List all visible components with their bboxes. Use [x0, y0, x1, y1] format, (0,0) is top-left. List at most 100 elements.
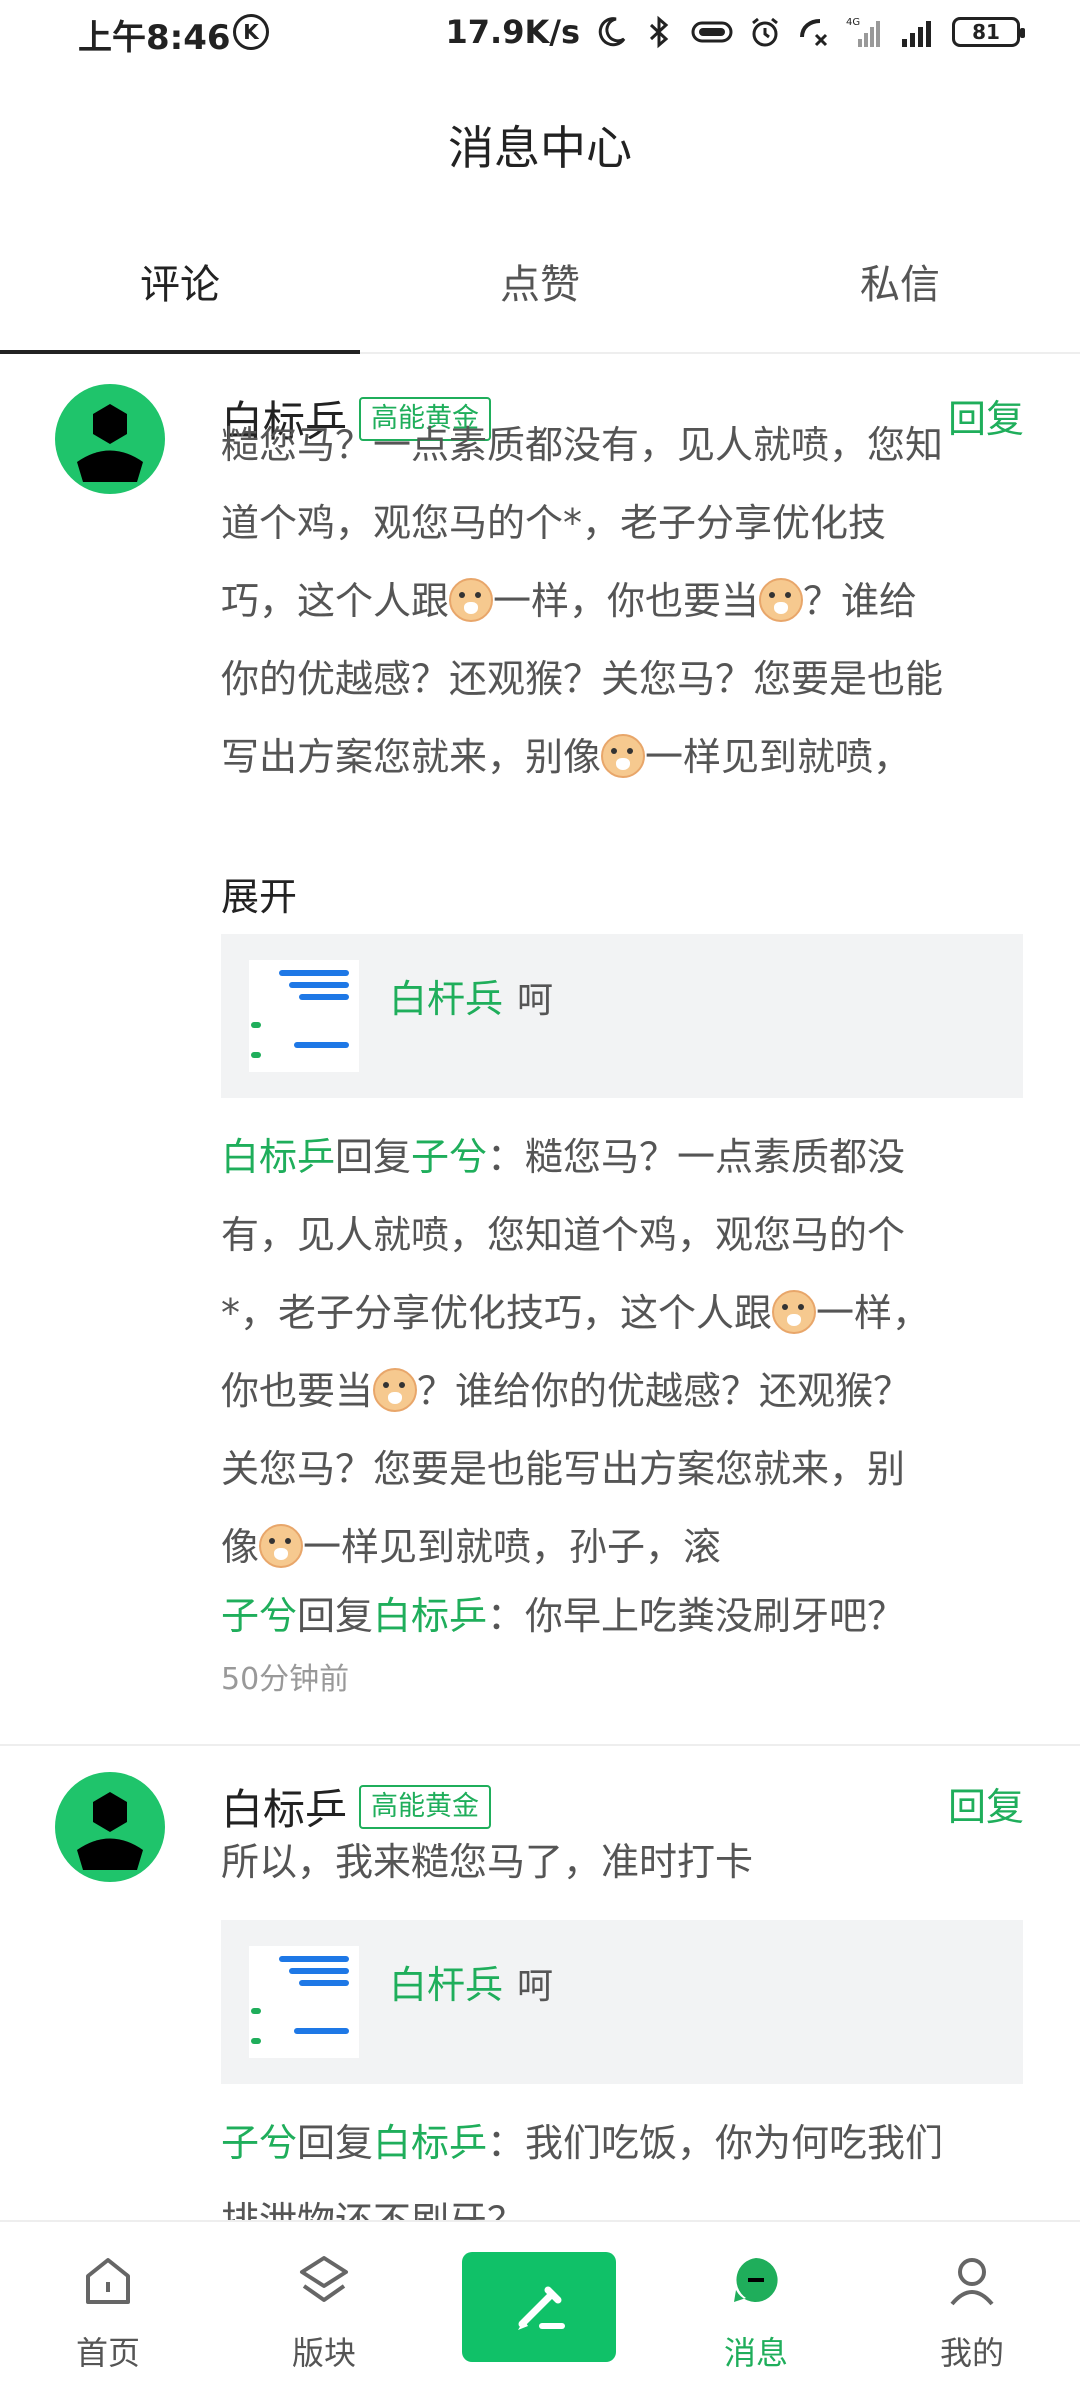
call-icon	[800, 19, 828, 47]
layers-icon	[300, 2256, 348, 2302]
nav-label: 首页	[75, 2334, 140, 2372]
avatar[interactable]	[55, 384, 165, 494]
tab-label: 私信	[860, 262, 940, 308]
tab-label: 评论	[140, 262, 220, 308]
nav-item-home[interactable]: 首页	[0, 2222, 216, 2402]
dog-emoji-icon	[373, 1368, 418, 1412]
reply-line: 子兮回复白标乒：我们吃饭，你为何吃我们	[221, 2104, 1031, 2182]
reply-verb: 回复	[297, 2121, 374, 2165]
page-title: 消息中心	[448, 121, 632, 175]
reply-line: 白标乒回复子兮：糙您马？一点素质都没	[221, 1118, 1031, 1196]
bottom-nav: 首页 版块 消息 我的	[0, 2220, 1080, 2402]
reply-button[interactable]: 回复	[948, 1776, 1024, 1831]
reply-line: 子兮回复白标乒：你早上吃粪没刷牙吧？	[221, 1586, 1031, 1646]
reply-thread[interactable]: 子兮回复白标乒：我们吃饭，你为何吃我们 排泄物还不刷牙？	[221, 2104, 1031, 2220]
tab-private-messages[interactable]: 私信	[720, 240, 1080, 352]
pen-icon	[518, 2286, 565, 2330]
dog-emoji-icon	[759, 578, 804, 622]
alarm-icon	[752, 17, 778, 47]
reply-line: 排泄物还不刷牙？	[221, 2182, 1031, 2220]
reply-from[interactable]: 白标乒	[221, 1135, 335, 1179]
quoted-post-thumbnail	[249, 1946, 359, 2058]
nav-label: 消息	[723, 2334, 788, 2372]
avatar[interactable]	[55, 1772, 165, 1882]
new-post-button[interactable]	[462, 2252, 616, 2362]
svg-text:4G: 4G	[846, 17, 860, 28]
content-line: 道个鸡，观您马的个*，老子分享优化技	[221, 501, 887, 545]
status-time: 上午8:46	[78, 18, 231, 58]
text-segment: 写出方案您就来，别像	[221, 735, 602, 779]
reply-line: 像一样见到就喷，孙子，滚	[221, 1508, 1031, 1586]
text-segment: 一样见到就喷，	[645, 735, 912, 779]
quoted-author-name: 白杆兵	[389, 1963, 504, 2007]
quoted-post-card[interactable]: 白杆兵呵	[221, 1920, 1023, 2084]
content-line: 你的优越感？还观猴？关您马？您要是也能	[221, 657, 944, 701]
comment-item: 白标乒 高能黄金 回复 糙您马？一点素质都没有，见人就喷，您知 道个鸡，观您马的…	[0, 354, 1080, 1744]
dog-emoji-icon	[772, 1290, 817, 1334]
reply-from[interactable]: 子兮	[221, 2121, 297, 2165]
reply-line: 有，见人就喷，您知道个鸡，观您马的个	[221, 1213, 906, 1257]
home-icon	[86, 2258, 130, 2304]
text-segment: ：糙您马？一点素质都没	[487, 1135, 906, 1179]
quoted-post-thumbnail	[249, 960, 359, 1072]
status-icons: 17.9K/s 4G 81	[445, 10, 1025, 54]
k-app-icon: K	[233, 14, 269, 50]
text-segment: ：你早上吃粪没刷牙吧？	[487, 1594, 906, 1638]
text-segment: 巧，这个人跟	[221, 579, 450, 623]
comment-content[interactable]: 所以，我来糙您马了，准时打卡	[221, 1832, 1031, 1892]
nav-item-sections[interactable]: 版块	[216, 2222, 432, 2402]
level-badge: 高能黄金	[359, 1784, 492, 1829]
nav-item-messages[interactable]: 消息	[648, 2222, 864, 2402]
signal-icon: 4G	[846, 17, 880, 47]
user-avatar-icon	[77, 404, 143, 482]
comment-item: 白标乒 高能黄金 回复 所以，我来糙您马了，准时打卡 白杆兵呵 子兮回复白标乒：…	[0, 1746, 1080, 2220]
expand-link[interactable]: 展开	[221, 866, 297, 921]
reply-line: 你也要当 ？谁给你的优越感？还观猴？	[221, 1352, 1031, 1430]
reply-to[interactable]: 白标乒	[373, 2121, 487, 2165]
quoted-post-card[interactable]: 白杆兵呵	[221, 934, 1023, 1098]
content-line: 写出方案您就来，别像 一样见到就喷，	[221, 718, 1031, 796]
username[interactable]: 白标乒	[221, 1776, 347, 1837]
text-segment: 一样，	[816, 1291, 931, 1335]
nav-item-me[interactable]: 我的	[864, 2222, 1080, 2402]
status-bar: 上午8:46 K 17.9K/s 4G 81	[0, 0, 1080, 70]
reply-to[interactable]: 子兮	[411, 1135, 487, 1179]
quoted-author-name: 白杆兵	[389, 977, 504, 1021]
text-segment: ：我们吃饭，你为何吃我们	[487, 2121, 944, 2165]
text-segment: ？谁给你的优越感？还观猴？	[417, 1369, 912, 1413]
dog-emoji-icon	[601, 734, 646, 778]
tab-comments[interactable]: 评论	[0, 240, 360, 352]
reply-from[interactable]: 子兮	[221, 1594, 297, 1638]
profile-icon	[950, 2258, 994, 2306]
reply-line: 关您马？您要是也能写出方案您就来，别	[221, 1447, 906, 1491]
comment-content[interactable]: 糙您马？一点素质都没有，见人就喷，您知 道个鸡，观您马的个*，老子分享优化技 巧…	[221, 406, 1031, 796]
text-segment: 像	[221, 1525, 260, 1569]
comment-feed[interactable]: 白标乒 高能黄金 回复 糙您马？一点素质都没有，见人就喷，您知 道个鸡，观您马的…	[0, 354, 1080, 2220]
moon-icon	[598, 17, 626, 47]
reply-to[interactable]: 白标乒	[373, 1594, 487, 1638]
message-icon	[734, 2258, 778, 2302]
user-avatar-icon	[77, 1792, 143, 1870]
bluetooth-icon	[649, 15, 669, 49]
tab-bar: 评论 点赞 私信	[0, 240, 1080, 354]
reply-thread[interactable]: 白标乒回复子兮：糙您马？一点素质都没 有，见人就喷，您知道个鸡，观您马的个 *，…	[221, 1118, 1031, 1646]
vibrate-icon	[691, 21, 733, 43]
quoted-text: 呵	[517, 1966, 554, 2007]
text-segment: 你也要当	[221, 1369, 374, 1413]
quoted-author: 白杆兵呵	[389, 968, 553, 1023]
text-segment: 一样见到就喷，孙子，滚	[303, 1525, 722, 1569]
reply-verb: 回复	[297, 1594, 374, 1638]
nav-label: 版块	[291, 2334, 356, 2372]
battery-icon: 81	[952, 17, 1025, 47]
quoted-author: 白杆兵呵	[389, 1954, 553, 2009]
dog-emoji-icon	[449, 578, 494, 622]
content-line: 所以，我来糙您马了，准时打卡	[221, 1840, 754, 1884]
text-segment: *，老子分享优化技巧，这个人跟	[221, 1291, 773, 1335]
text-segment: ？谁给	[803, 579, 918, 623]
comment-timestamp: 50分钟前	[221, 1662, 350, 1697]
tab-likes[interactable]: 点赞	[360, 240, 720, 352]
nav-label: 我的	[939, 2334, 1004, 2372]
network-speed: 17.9K/s	[445, 13, 580, 51]
text-segment: 一样，你也要当	[493, 579, 760, 623]
reply-verb: 回复	[335, 1135, 412, 1179]
